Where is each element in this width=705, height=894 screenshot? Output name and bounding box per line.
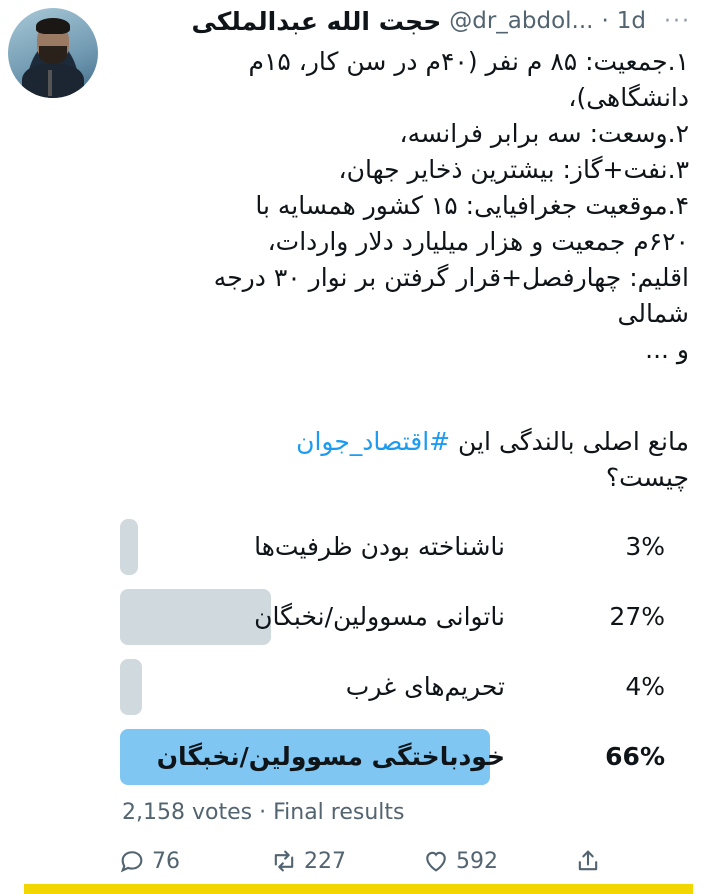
share-icon <box>578 850 598 871</box>
tweet-line: اقلیم: چهارفصل+قرار گرفتن بر نوار ۳۰ درج… <box>213 263 689 292</box>
tweet-line: و ... <box>645 335 689 364</box>
tweet-time[interactable]: 1d <box>617 8 646 34</box>
share-button[interactable] <box>574 847 602 875</box>
time-separator: · <box>601 8 609 34</box>
heart-icon <box>426 851 446 872</box>
tweet-line: ۲.وسعت: سه برابر فرانسه، <box>399 119 690 148</box>
poll-status: Final results <box>273 800 405 825</box>
more-options-icon[interactable]: ··· <box>664 9 691 34</box>
poll-option-percent: 27% <box>609 602 665 631</box>
reply-count: 76 <box>152 848 180 874</box>
avatar-microphone <box>48 70 52 96</box>
retweet-button[interactable]: 227 <box>270 847 422 875</box>
poll-option-label: خودباختگی مسوولین/نخبگان <box>156 742 505 771</box>
retweet-icon <box>274 850 294 872</box>
poll: ناشناخته بودن ظرفیت‌ها 3% ناتوانی مسوولی… <box>120 516 665 796</box>
avatar-hair <box>36 18 70 34</box>
poll-question: مانع اصلی بالندگی این #اقتصاد_جوان چیست؟ <box>110 424 689 496</box>
question-prefix: مانع اصلی بالندگی این <box>450 427 689 456</box>
tweet-actions: 76 227 592 <box>118 844 685 878</box>
tweet-line: شمالی <box>617 299 689 328</box>
tweet-line: ۳.نفت+گاز: بیشترین ذخایر جهان، <box>338 155 689 184</box>
question-suffix: چیست؟ <box>605 463 689 492</box>
hashtag-link[interactable]: #اقتصاد_جوان <box>296 427 450 456</box>
author-name[interactable]: حجت الله عبدالملکی <box>192 7 442 36</box>
poll-option-percent: 3% <box>625 532 665 561</box>
tweet-header: حجت الله عبدالملکی @dr_abdol... · 1d ··· <box>110 6 691 36</box>
poll-option-percent: 4% <box>625 672 665 701</box>
avatar-beard <box>39 46 67 64</box>
avatar-body <box>22 64 84 98</box>
poll-meta: 2,158 votes · Final results <box>122 800 404 825</box>
author-handle[interactable]: @dr_abdol... <box>449 8 593 34</box>
poll-bar <box>120 519 138 575</box>
tweet-line: ۶۲۰م جمعیت و هزار میلیارد دلار واردات، <box>267 227 689 256</box>
tweet-text: ۱.جمعیت: ۸۵ م نفر (۴۰م در سن کار، ۱۵م دا… <box>110 44 689 368</box>
poll-option: تحریم‌های غرب 4% <box>120 656 665 718</box>
vote-count: 2,158 votes <box>122 800 253 825</box>
tweet-line: دانشگاهی)، <box>568 83 689 112</box>
bottom-highlight-strip <box>24 884 693 894</box>
reply-icon <box>120 851 143 873</box>
poll-option: ناتوانی مسوولین/نخبگان 27% <box>120 586 665 648</box>
poll-option-percent: 66% <box>605 742 665 771</box>
reply-button[interactable]: 76 <box>118 847 270 875</box>
poll-bar <box>120 589 271 645</box>
author-avatar[interactable] <box>8 8 98 98</box>
poll-bar <box>120 659 142 715</box>
tweet-line: ۴.موقعیت جغرافیایی: ۱۵ کشور همسایه با <box>255 191 689 220</box>
poll-option-label: ناتوانی مسوولین/نخبگان <box>254 602 505 631</box>
poll-option: ناشناخته بودن ظرفیت‌ها 3% <box>120 516 665 578</box>
like-button[interactable]: 592 <box>422 847 574 875</box>
tweet-line: ۱.جمعیت: ۸۵ م نفر (۴۰م در سن کار، ۱۵م <box>248 47 690 76</box>
retweet-count: 227 <box>304 848 346 874</box>
meta-separator: · <box>259 800 267 825</box>
like-count: 592 <box>456 848 498 874</box>
poll-option-winner: خودباختگی مسوولین/نخبگان 66% <box>120 726 665 788</box>
question-line: مانع اصلی بالندگی این #اقتصاد_جوان <box>110 424 689 460</box>
poll-option-label: ناشناخته بودن ظرفیت‌ها <box>254 532 505 561</box>
poll-option-label: تحریم‌های غرب <box>345 672 505 701</box>
